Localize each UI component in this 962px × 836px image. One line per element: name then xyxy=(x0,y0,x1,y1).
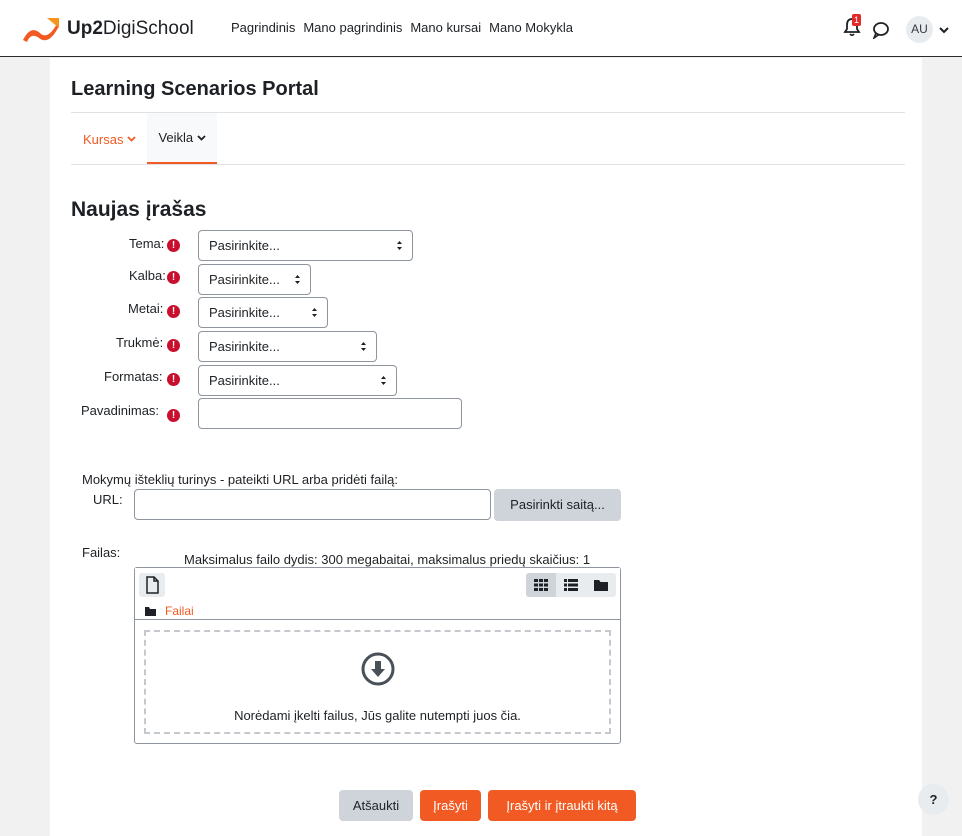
save-button[interactable]: Įrašyti xyxy=(420,790,481,821)
trukme-label: Trukmė: xyxy=(116,335,164,350)
folder-icon xyxy=(145,606,156,616)
view-switcher xyxy=(526,573,616,597)
resources-intro: Mokymų išteklių turinys - pateikti URL a… xyxy=(82,472,398,487)
secondary-navigation: Kursas Veikla xyxy=(71,113,218,165)
user-avatar[interactable]: AU xyxy=(906,16,933,43)
nav-item-pagrindinis[interactable]: Pagrindinis xyxy=(231,20,295,35)
formatas-select[interactable]: Pasirinkite... xyxy=(198,365,397,396)
kalba-select[interactable]: Pasirinkite... xyxy=(198,264,311,295)
page-title: Learning Scenarios Portal xyxy=(71,78,319,100)
pavadinimas-input[interactable] xyxy=(198,398,462,429)
select-arrows-icon xyxy=(312,308,317,317)
tab-kursas-label: Kursas xyxy=(83,131,124,147)
chevron-down-icon[interactable] xyxy=(939,26,949,34)
list-icon xyxy=(564,579,578,591)
cancel-button[interactable]: Atšaukti xyxy=(339,790,413,821)
drop-zone-text: Norėdami įkelti failus, Jūs galite nutem… xyxy=(234,708,521,723)
metai-select-value: Pasirinkite... xyxy=(209,305,280,320)
download-arrow-icon xyxy=(361,652,395,686)
url-input[interactable] xyxy=(134,489,491,520)
logo-mark-icon xyxy=(23,18,59,42)
primary-navigation: Pagrindinis Mano pagrindinis Mano kursai… xyxy=(231,20,581,35)
list-view-button[interactable] xyxy=(556,573,586,597)
required-icon: ! xyxy=(167,373,180,386)
grid-icon xyxy=(534,579,548,591)
top-navbar: Up2DigiSchool Pagrindinis Mano pagrindin… xyxy=(0,0,962,57)
nav-item-mano-mokykla[interactable]: Mano Mokykla xyxy=(489,20,573,35)
select-arrows-icon xyxy=(361,342,366,351)
pavadinimas-label: Pavadinimas: xyxy=(81,403,160,418)
select-arrows-icon xyxy=(397,241,402,250)
site-name: Up2DigiSchool xyxy=(67,18,194,39)
formatas-select-value: Pasirinkite... xyxy=(209,373,280,388)
divider xyxy=(71,164,905,165)
site-logo[interactable]: Up2DigiSchool xyxy=(21,16,194,42)
tema-label: Tema: xyxy=(129,236,165,251)
chevron-down-icon xyxy=(197,134,206,141)
help-button[interactable]: ? xyxy=(918,784,949,815)
folder-path-link[interactable]: Failai xyxy=(165,604,194,618)
tema-select[interactable]: Pasirinkite... xyxy=(198,230,413,261)
formatas-label: Formatas: xyxy=(104,369,163,384)
notification-count-badge: 1 xyxy=(852,14,861,26)
folder-icon xyxy=(594,580,608,591)
tree-view-button[interactable] xyxy=(586,573,616,597)
form-heading: Naujas įrašas xyxy=(71,198,207,221)
metai-label: Metai: xyxy=(128,301,164,316)
tab-veikla[interactable]: Veikla xyxy=(147,113,218,165)
select-arrows-icon xyxy=(381,376,386,385)
file-limits: Maksimalus failo dydis: 300 megabaitai, … xyxy=(184,552,591,567)
file-manager-toolbar: Failai xyxy=(135,568,620,620)
messages-icon[interactable] xyxy=(872,21,890,39)
kalba-select-value: Pasirinkite... xyxy=(209,272,280,287)
tab-veikla-label: Veikla xyxy=(158,130,194,145)
file-icon xyxy=(146,576,159,594)
trukme-select[interactable]: Pasirinkite... xyxy=(198,331,377,362)
tema-select-value: Pasirinkite... xyxy=(209,238,280,253)
choose-link-button[interactable]: Pasirinkti saitą... xyxy=(494,489,621,521)
tab-kursas[interactable]: Kursas xyxy=(71,113,147,165)
nav-item-mano-kursai[interactable]: Mano kursai xyxy=(410,20,481,35)
save-and-add-button[interactable]: Įrašyti ir įtraukti kitą xyxy=(488,790,636,821)
select-arrows-icon xyxy=(295,275,300,284)
metai-select[interactable]: Pasirinkite... xyxy=(198,297,328,328)
required-icon: ! xyxy=(167,271,180,284)
file-manager: Failai Norėdami įkelti failus, Jūs galit… xyxy=(134,567,621,744)
add-file-button[interactable] xyxy=(139,573,165,597)
file-label: Failas: xyxy=(82,545,121,560)
required-icon: ! xyxy=(167,239,180,252)
url-label: URL: xyxy=(93,492,123,507)
chevron-down-icon xyxy=(127,136,137,142)
required-icon: ! xyxy=(167,305,180,318)
grid-view-button[interactable] xyxy=(526,573,556,597)
folder-path: Failai xyxy=(145,604,194,618)
file-drop-zone[interactable]: Norėdami įkelti failus, Jūs galite nutem… xyxy=(144,630,611,734)
trukme-select-value: Pasirinkite... xyxy=(209,339,280,354)
required-icon: ! xyxy=(167,409,180,422)
kalba-label: Kalba: xyxy=(129,268,166,283)
nav-item-mano-pagrindinis[interactable]: Mano pagrindinis xyxy=(303,20,402,35)
required-icon: ! xyxy=(167,339,180,352)
